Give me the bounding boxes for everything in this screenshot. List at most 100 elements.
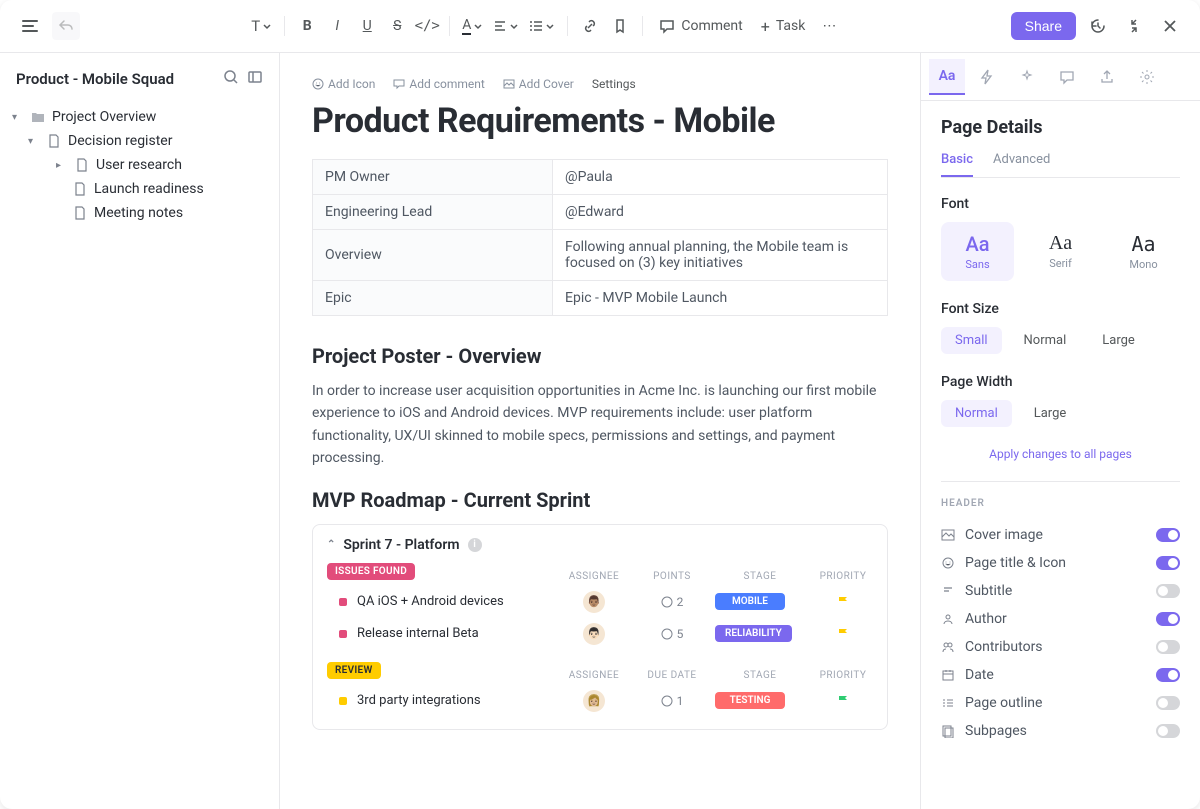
page-title: Product Requirements - Mobile xyxy=(312,101,888,141)
task-row[interactable]: Release internal Beta 👨🏻 5 RELIABILITY xyxy=(327,618,873,650)
switch[interactable] xyxy=(1156,640,1180,654)
page-width-label: Page Width xyxy=(941,374,1180,390)
font-label: Font xyxy=(941,196,1180,212)
panel-tab-comments[interactable] xyxy=(1049,59,1085,95)
priority-flag-icon[interactable] xyxy=(836,595,850,609)
tree-item-meeting-notes[interactable]: Meeting notes xyxy=(12,201,267,225)
switch[interactable] xyxy=(1156,528,1180,542)
sidebar-title: Product - Mobile Squad xyxy=(16,70,174,88)
more-button[interactable]: ⋯ xyxy=(815,12,843,40)
add-cover-action[interactable]: Add Cover xyxy=(503,77,574,91)
task-row[interactable]: 3rd party integrations 👩🏼 1 TESTING xyxy=(327,685,873,717)
stage-pill: MOBILE xyxy=(715,593,785,610)
stage-pill: RELIABILITY xyxy=(715,625,792,642)
poster-body: In order to increase user acquisition op… xyxy=(312,380,888,470)
tree-item-decision-register[interactable]: ▾ Decision register xyxy=(12,129,267,153)
chevron-up-icon[interactable]: ⌃ xyxy=(327,539,335,550)
toggle-subpages[interactable]: Subpages xyxy=(941,717,1180,745)
bold-button[interactable]: B xyxy=(293,12,321,40)
subtab-basic[interactable]: Basic xyxy=(941,152,973,177)
switch[interactable] xyxy=(1156,584,1180,598)
points-icon xyxy=(661,596,673,608)
underline-button[interactable]: U xyxy=(353,12,381,40)
priority-flag-icon[interactable] xyxy=(836,627,850,641)
history-icon[interactable] xyxy=(1084,12,1112,40)
subtab-advanced[interactable]: Advanced xyxy=(993,152,1050,177)
collapse-icon[interactable] xyxy=(1120,12,1148,40)
align-dropdown[interactable] xyxy=(489,12,523,40)
page-width-normal[interactable]: Normal xyxy=(941,400,1012,427)
stage-pill: TESTING xyxy=(715,692,785,709)
details-panel: Aa Page Details Basic Advanced Font AaSa… xyxy=(920,53,1200,809)
font-size-normal[interactable]: Normal xyxy=(1010,327,1081,354)
group-chip-review[interactable]: REVIEW xyxy=(327,662,381,679)
tree-item-project-overview[interactable]: ▾ Project Overview xyxy=(12,105,267,129)
apply-all-link[interactable]: Apply changes to all pages xyxy=(941,447,1180,461)
add-icon-action[interactable]: Add Icon xyxy=(312,77,375,91)
tree-item-user-research[interactable]: ▸ User research xyxy=(12,153,267,177)
switch[interactable] xyxy=(1156,612,1180,626)
toggle-page-title-icon[interactable]: Page title & Icon xyxy=(941,549,1180,577)
panel-tab-ai[interactable] xyxy=(1009,59,1045,95)
section-poster-heading: Project Poster - Overview xyxy=(312,344,888,368)
toggle-author[interactable]: Author xyxy=(941,605,1180,633)
bookmark-button[interactable] xyxy=(606,12,634,40)
toolbar: T B I U S </> A xyxy=(0,0,1200,53)
avatar: 👩🏼 xyxy=(583,690,605,712)
comment-button[interactable]: Comment xyxy=(651,12,750,40)
toggle-subtitle[interactable]: Subtitle xyxy=(941,577,1180,605)
switch[interactable] xyxy=(1156,668,1180,682)
font-size-large[interactable]: Large xyxy=(1088,327,1149,354)
page-width-large[interactable]: Large xyxy=(1020,400,1081,427)
document-icon xyxy=(72,205,88,221)
toggle-date[interactable]: Date xyxy=(941,661,1180,689)
toggle-contributors[interactable]: Contributors xyxy=(941,633,1180,661)
info-icon[interactable]: i xyxy=(468,538,482,552)
strikethrough-button[interactable]: S xyxy=(383,12,411,40)
task-button[interactable]: + Task xyxy=(753,12,814,40)
panel-tab-share[interactable] xyxy=(1089,59,1125,95)
link-button[interactable] xyxy=(576,12,604,40)
header-section-label: HEADER xyxy=(941,498,1180,509)
panel-tab-automation[interactable] xyxy=(969,59,1005,95)
list-dropdown[interactable] xyxy=(525,12,559,40)
points-icon xyxy=(661,628,673,640)
sprint-card: ⌃ Sprint 7 - Platform i ISSUES FOUND ASS… xyxy=(312,524,888,730)
switch[interactable] xyxy=(1156,724,1180,738)
switch[interactable] xyxy=(1156,696,1180,710)
font-serif[interactable]: AaSerif xyxy=(1024,222,1097,281)
panel-tab-settings[interactable] xyxy=(1129,59,1165,95)
avatar: 👨🏽 xyxy=(583,591,605,613)
menu-icon[interactable] xyxy=(16,12,44,40)
font-mono[interactable]: AaMono xyxy=(1107,222,1180,281)
priority-flag-icon[interactable] xyxy=(836,694,850,708)
task-row[interactable]: QA iOS + Android devices 👨🏽 2 MOBILE xyxy=(327,586,873,618)
panel-title: Page Details xyxy=(941,117,1180,138)
code-button[interactable]: </> xyxy=(413,12,441,40)
undo-button[interactable] xyxy=(52,12,80,40)
add-comment-action[interactable]: Add comment xyxy=(393,77,484,91)
font-size-small[interactable]: Small xyxy=(941,327,1002,354)
font-sans[interactable]: AaSans xyxy=(941,222,1014,281)
group-chip-issues[interactable]: ISSUES FOUND xyxy=(327,563,415,580)
settings-action[interactable]: Settings xyxy=(592,77,636,91)
text-style-dropdown[interactable]: T xyxy=(247,12,276,40)
panel-tab-typography[interactable]: Aa xyxy=(929,59,965,95)
text-color-dropdown[interactable]: A xyxy=(458,12,487,40)
document-icon xyxy=(72,181,88,197)
toggle-cover-image[interactable]: Cover image xyxy=(941,521,1180,549)
switch[interactable] xyxy=(1156,556,1180,570)
italic-button[interactable]: I xyxy=(323,12,351,40)
toggle-page-outline[interactable]: Page outline xyxy=(941,689,1180,717)
folder-icon xyxy=(30,109,46,125)
search-icon[interactable] xyxy=(223,69,239,89)
document-icon xyxy=(74,157,90,173)
points-icon xyxy=(661,695,673,707)
close-icon[interactable] xyxy=(1156,12,1184,40)
sidebar-toggle-icon[interactable] xyxy=(247,69,263,89)
document-icon xyxy=(46,133,62,149)
main-content: Add Icon Add comment Add Cover Settings … xyxy=(280,53,920,809)
avatar: 👨🏻 xyxy=(583,623,605,645)
tree-item-launch-readiness[interactable]: Launch readiness xyxy=(12,177,267,201)
share-button[interactable]: Share xyxy=(1011,12,1076,40)
